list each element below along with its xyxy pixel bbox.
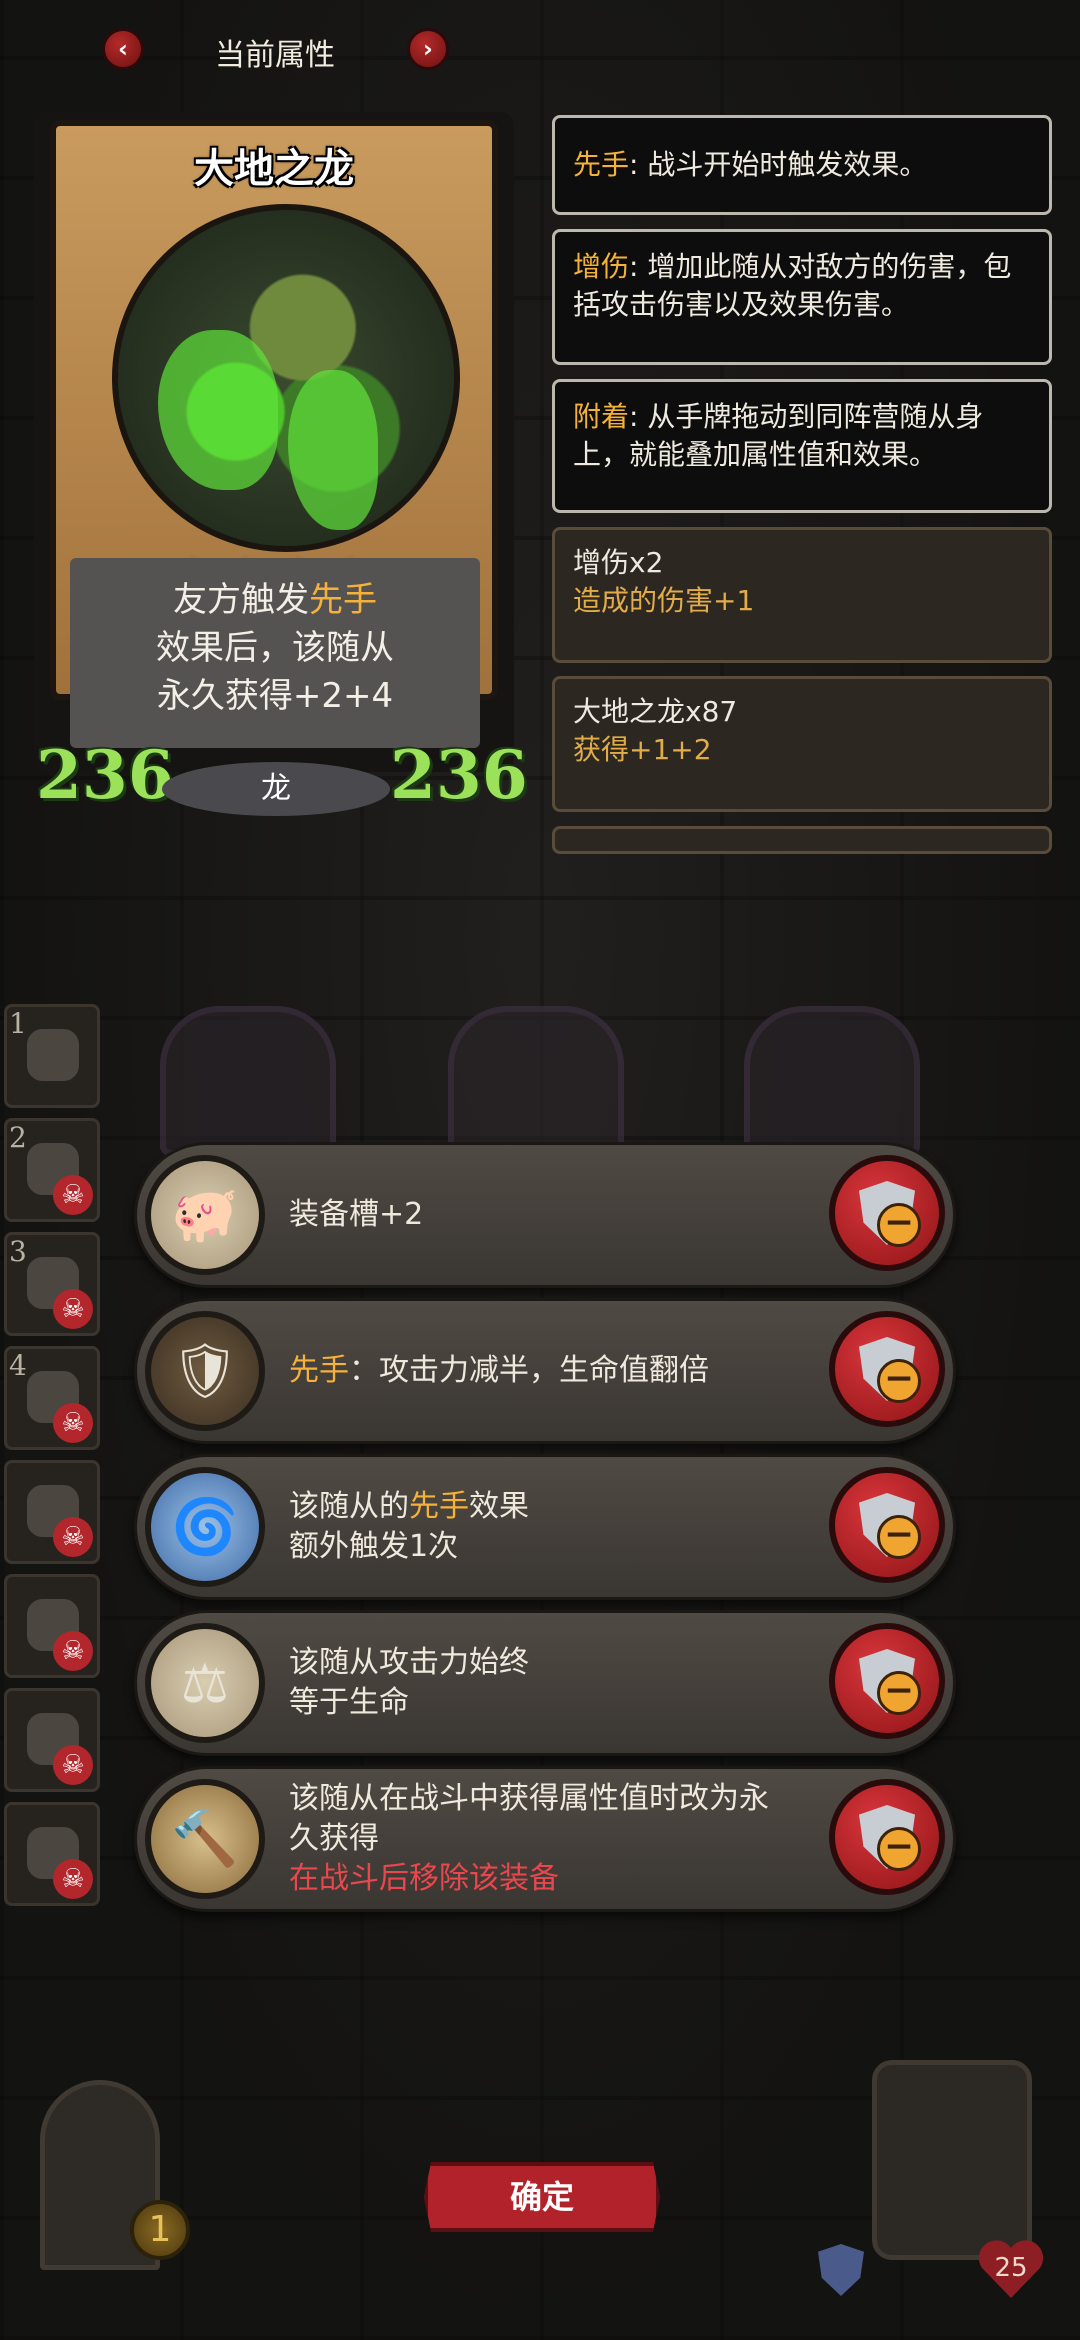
- stage-slot[interactable]: ☠: [4, 1460, 100, 1564]
- remove-equipment-button[interactable]: −: [829, 1623, 945, 1739]
- whirlwind-icon: 🌀: [145, 1467, 265, 1587]
- skull-icon: ☠: [53, 1631, 93, 1671]
- pig-icon: 🐖: [145, 1155, 265, 1275]
- stage-slot[interactable]: 1: [4, 1004, 100, 1108]
- card-description-box: 友方触发先手 效果后，该随从 永久获得+2+4: [70, 558, 480, 748]
- skull-icon: ☠: [53, 1859, 93, 1899]
- flame-decoration: [288, 370, 378, 530]
- equipment-description: 该随从的先手效果 额外触发1次: [289, 1489, 529, 1564]
- bonus-panel: 大地之龙x87 获得+1+2: [552, 676, 1052, 812]
- enemy-portrait: [27, 1029, 79, 1081]
- skull-icon: ☠: [53, 1175, 93, 1215]
- equipment-item: ⚖ 该随从攻击力始终 等于生命 −: [134, 1610, 956, 1756]
- confirm-button[interactable]: 确定: [424, 2162, 660, 2232]
- card-description: 友方触发先手 效果后，该随从 永久获得+2+4: [156, 580, 394, 716]
- page-title: 当前属性: [215, 38, 335, 73]
- remove-equipment-button[interactable]: −: [829, 1311, 945, 1427]
- bonus-panel: 增伤x2 造成的伤害+1: [552, 527, 1052, 663]
- health-value: 236: [390, 736, 528, 814]
- skull-icon: ☠: [53, 1745, 93, 1785]
- armor-icon: 🛡: [145, 1311, 265, 1431]
- stage-slot[interactable]: ☠: [4, 1688, 100, 1792]
- equipment-item: 🛡 先手：攻击力减半，生命值翻倍 −: [134, 1298, 956, 1444]
- coin-counter: 1: [130, 2200, 190, 2260]
- remove-equipment-button[interactable]: −: [829, 1467, 945, 1583]
- minus-icon: −: [877, 1671, 921, 1715]
- dragon-portrait: [112, 204, 460, 552]
- keyword-panel-attach: 附着: 从手牌拖动到同阵营随从身上，就能叠加属性值和效果。: [552, 379, 1052, 513]
- minus-icon: −: [877, 1515, 921, 1559]
- stage-slot[interactable]: ☠: [4, 1802, 100, 1906]
- chevron-right-icon[interactable]: ›: [407, 28, 449, 70]
- keyword-panel-first-strike: 先手: 战斗开始时触发效果。: [552, 115, 1052, 215]
- minus-icon: −: [877, 1359, 921, 1403]
- remove-equipment-button[interactable]: −: [829, 1779, 945, 1895]
- remove-equipment-button[interactable]: −: [829, 1155, 945, 1271]
- hammer-icon: 🔨: [145, 1779, 265, 1899]
- skull-icon: ☠: [53, 1403, 93, 1443]
- minion-card: 大地之龙 ★★★★ 友方触发先手 效果后，该随从 永久获得+2+4 236 龙 …: [34, 112, 528, 816]
- keyword-panel-damage-boost: 增伤: 增加此随从对敌方的伤害，包括攻击伤害以及效果伤害。: [552, 229, 1052, 365]
- boss-portrait[interactable]: [872, 2060, 1032, 2260]
- equipment-description: 该随从攻击力始终 等于生命: [289, 1645, 529, 1720]
- skull-icon: ☠: [53, 1289, 93, 1329]
- tribe-label: 龙: [162, 762, 390, 816]
- equipment-description: 装备槽+2: [289, 1197, 424, 1232]
- stage-slot[interactable]: 2 ☠: [4, 1118, 100, 1222]
- minus-icon: −: [877, 1827, 921, 1871]
- stage-slot[interactable]: ☠: [4, 1574, 100, 1678]
- attribute-header: ‹ 当前属性 ›: [0, 20, 560, 80]
- equipment-item: 🐖 装备槽+2 −: [134, 1142, 956, 1288]
- minus-icon: −: [877, 1203, 921, 1247]
- equipment-item: 🔨 该随从在战斗中获得属性值时改为永 久获得 在战斗后移除该装备 −: [134, 1766, 956, 1912]
- flame-decoration: [158, 330, 278, 490]
- skull-icon: ☠: [53, 1517, 93, 1557]
- card-name: 大地之龙: [194, 146, 354, 192]
- equipment-item: 🌀 该随从的先手效果 额外触发1次 −: [134, 1454, 956, 1600]
- stage-slot[interactable]: 4 ☠: [4, 1346, 100, 1450]
- attack-value: 236: [36, 736, 174, 814]
- scales-icon: ⚖: [145, 1623, 265, 1743]
- equipment-description: 先手：攻击力减半，生命值翻倍: [289, 1353, 709, 1388]
- chevron-left-icon[interactable]: ‹: [102, 28, 144, 70]
- stage-slot[interactable]: 3 ☠: [4, 1232, 100, 1336]
- equipment-description: 该随从在战斗中获得属性值时改为永 久获得 在战斗后移除该装备: [289, 1781, 769, 1896]
- bonus-panel-partial: [552, 826, 1052, 854]
